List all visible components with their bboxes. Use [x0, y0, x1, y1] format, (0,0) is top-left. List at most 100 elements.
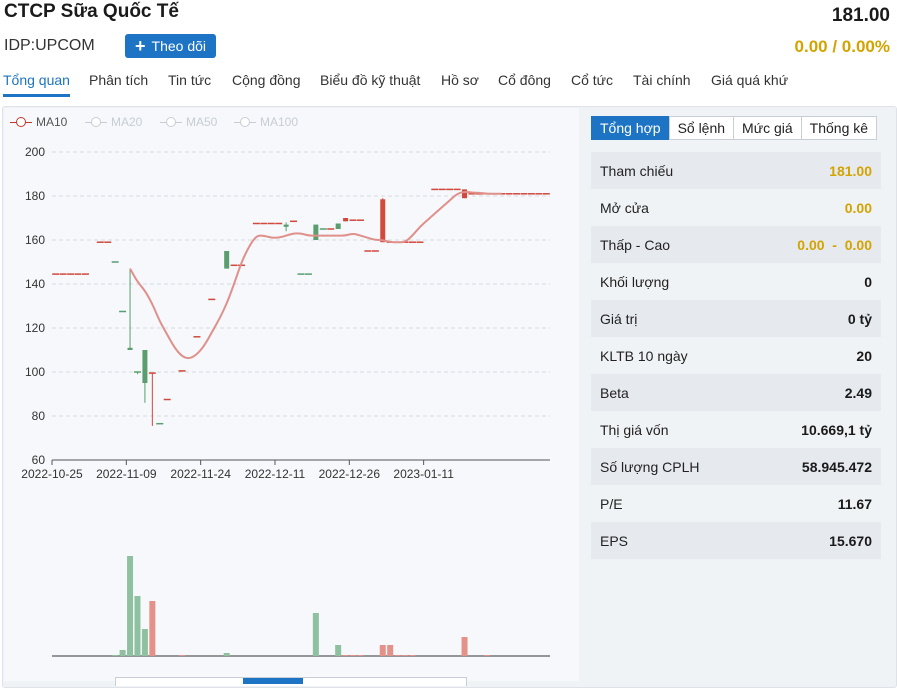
price-chart[interactable]: 60 80 100 120 140 160 180 200 2022-10-25 2022-11-…: [0, 0, 580, 681]
current-price: 181.00: [831, 5, 890, 26]
x-tick-label: 2023-01-11: [393, 467, 454, 481]
candle-body: [283, 224, 289, 227]
candle-body: [335, 223, 341, 229]
price-change: 0.00 / 0.00%: [794, 37, 890, 56]
row-value: 20: [856, 347, 872, 364]
row-label: Số lượng CPLH: [600, 458, 700, 475]
row-avg-volume-10d: KLTB 10 ngày 20: [591, 337, 881, 374]
row-value-traded: Giá trị 0 tỷ: [591, 300, 881, 337]
volume-bar: [312, 613, 319, 656]
candle-body: [127, 347, 133, 350]
volume-bar: [342, 655, 349, 656]
volume-bar: [387, 645, 394, 656]
row-pe: P/E 11.67: [591, 485, 881, 522]
row-label: Tham chiếu: [600, 162, 674, 179]
candle-body: [462, 189, 468, 199]
volume-bar: [350, 655, 357, 656]
row-volume: Khối lượng 0: [591, 263, 881, 300]
ma10-line: [129, 190, 502, 360]
row-value: 11.67: [837, 495, 872, 512]
row-value: 58.945.472: [801, 458, 872, 475]
tab-statistics[interactable]: Thống kê: [800, 116, 878, 140]
row-market-cap: Thị giá vốn 10.669,1 tỷ: [591, 411, 881, 448]
x-tick-label: 2022-12-26: [319, 467, 381, 481]
volume-bar: [461, 637, 468, 656]
legend-label: MA50: [186, 115, 218, 129]
row-label: EPS: [600, 532, 629, 549]
row-label: Mở cửa: [600, 199, 649, 216]
volume-bar: [409, 655, 416, 656]
chart-range-selector[interactable]: [115, 677, 467, 686]
volume-bar: [402, 655, 409, 656]
volume-bar: [223, 653, 230, 656]
row-value: 2.49: [844, 384, 872, 401]
y-tick-label: 100: [25, 365, 45, 379]
row-shares-outstanding: Số lượng CPLH 58.945.472: [591, 448, 881, 485]
volume-bar: [357, 655, 364, 656]
legend-ma50[interactable]: MA50: [160, 115, 217, 129]
volume-bar: [179, 655, 186, 656]
row-value: 10.669,1 tỷ: [801, 421, 872, 438]
legend-label: MA20: [111, 115, 143, 129]
volume-bar: [335, 645, 342, 656]
volume-bar: [134, 596, 141, 656]
volume-bar: [127, 556, 134, 656]
row-beta: Beta 2.49: [591, 374, 881, 411]
volume-bar: [141, 629, 148, 656]
summary-table: Tham chiếu 181.00 Mở cửa 0.00 Thấp - Cao 0.…: [591, 152, 881, 559]
row-value: 0.00: [844, 199, 872, 216]
y-tick-label: 60: [32, 453, 46, 467]
row-label: KLTB 10 ngày: [600, 347, 688, 364]
legend-ma10[interactable]: MA10: [10, 115, 67, 129]
legend-marker-icon: [160, 117, 182, 127]
row-label: P/E: [600, 495, 623, 512]
legend-label: MA10: [36, 115, 68, 129]
y-tick-label: 200: [25, 145, 45, 159]
y-tick-label: 80: [32, 409, 46, 423]
row-value: 181.00: [829, 162, 872, 179]
tab-order-book[interactable]: Sổ lệnh: [668, 116, 735, 140]
legend-ma100[interactable]: MA100: [234, 115, 298, 129]
tab-price-levels[interactable]: Mức giá: [733, 116, 802, 140]
volume-bar: [112, 655, 119, 656]
row-label: Khối lượng: [600, 273, 670, 290]
legend-ma20[interactable]: MA20: [85, 115, 142, 129]
volume-bar: [394, 655, 401, 656]
candle-body: [313, 224, 319, 240]
row-label: Thấp - Cao: [600, 236, 671, 253]
row-reference: Tham chiếu 181.00: [591, 152, 881, 189]
x-tick-label: 2022-11-09: [96, 467, 157, 481]
legend-marker-icon: [234, 117, 256, 127]
row-eps: EPS 15.670: [591, 522, 881, 559]
row-low-high: Thấp - Cao 0.00 - 0.00: [591, 226, 881, 263]
volume-bar: [379, 645, 386, 656]
row-label: Giá trị: [600, 310, 638, 327]
x-tick-label: 2022-11-24: [170, 467, 231, 481]
x-tick-label: 2022-12-11: [245, 467, 306, 481]
legend-marker-icon: [10, 117, 32, 127]
summary-tabs: Tổng hợp Sổ lệnh Mức giá Thống kê: [591, 116, 878, 140]
tab-summary[interactable]: Tổng hợp: [591, 116, 670, 140]
y-tick-label: 160: [25, 233, 45, 247]
row-value: 15.670: [829, 532, 872, 549]
candle-body: [224, 251, 230, 269]
volume-bar: [483, 655, 490, 656]
legend-marker-icon: [85, 117, 107, 127]
row-open: Mở cửa 0.00: [591, 189, 881, 226]
row-value: 0.00 - 0.00: [797, 236, 872, 253]
legend-label: MA100: [260, 115, 299, 129]
candle-body: [380, 199, 386, 243]
row-label: Thị giá vốn: [600, 421, 669, 438]
row-value: 0: [864, 273, 872, 290]
tab-financials[interactable]: Tài chính: [633, 72, 691, 88]
row-value: 0 tỷ: [847, 310, 872, 327]
y-tick-label: 120: [25, 321, 45, 335]
volume-bar: [119, 650, 126, 656]
y-tick-label: 140: [25, 277, 45, 291]
candle-body: [343, 218, 349, 222]
range-selector-active[interactable]: [243, 678, 303, 684]
x-tick-label: 2022-10-25: [21, 467, 83, 481]
row-label: Beta: [600, 384, 629, 401]
tab-price-history[interactable]: Giá quá khứ: [711, 72, 788, 88]
candle-body: [142, 350, 148, 383]
